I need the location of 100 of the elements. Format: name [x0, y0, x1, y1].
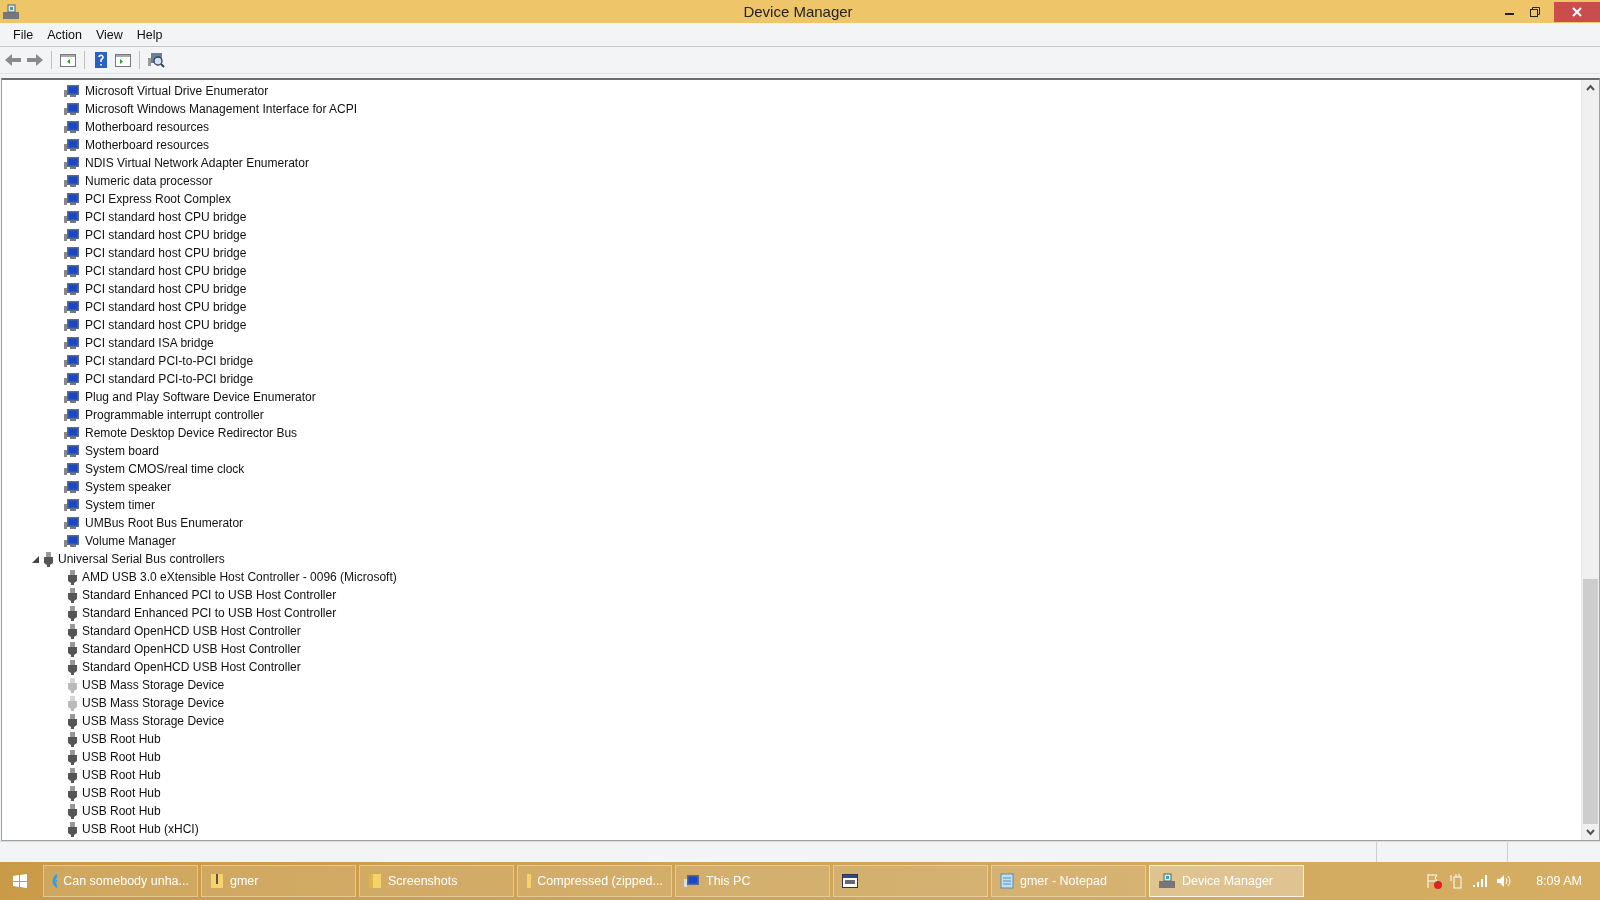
tree-item-label[interactable]: USB Root Hub (xHCI) — [82, 822, 199, 836]
computer-icon — [64, 318, 80, 332]
device-manager-icon — [2, 3, 20, 20]
tree-item-label[interactable]: System timer — [85, 498, 155, 512]
tree-item-label[interactable]: USB Mass Storage Device — [82, 714, 225, 728]
tree-item-label[interactable]: PCI standard host CPU bridge — [85, 300, 247, 314]
computer-icon — [64, 480, 80, 494]
console-tree-icon[interactable] — [59, 51, 77, 69]
computer-icon — [64, 120, 80, 134]
tree-item-label[interactable]: Standard Enhanced PCI to USB Host Controller — [82, 588, 337, 602]
zip-folder-icon — [210, 873, 224, 889]
tree-item-label[interactable]: Plug and Play Software Device Enumerator — [85, 390, 316, 404]
tree-item-label[interactable]: Microsoft Virtual Drive Enumerator — [85, 84, 269, 98]
usb-plug-icon — [68, 587, 77, 603]
computer-icon — [64, 498, 80, 512]
computer-icon — [64, 516, 80, 530]
menu-item[interactable]: Help — [129, 27, 170, 42]
tree-item-label[interactable]: NDIS Virtual Network Adapter Enumerator — [85, 156, 309, 170]
tree-item-label[interactable]: Microsoft Windows Management Interface for ACPI — [85, 102, 358, 116]
expand-triangle-icon[interactable] — [32, 555, 39, 563]
app-window-icon — [842, 874, 858, 888]
close-button[interactable] — [1554, 1, 1600, 22]
tree-item-label[interactable]: Remote Desktop Device Redirector Bus — [85, 426, 298, 440]
tree-item-label[interactable]: PCI standard ISA bridge — [85, 336, 214, 350]
tree-item-label[interactable]: Standard Enhanced PCI to USB Host Controller — [82, 606, 337, 620]
tree-item-label[interactable]: USB Root Hub — [82, 786, 161, 800]
usb-plug-icon — [68, 803, 77, 819]
action-pane-icon[interactable] — [114, 51, 132, 69]
tree-item-label[interactable]: Motherboard resources — [85, 120, 210, 134]
computer-icon — [64, 174, 80, 188]
tree-item-label[interactable]: USB Root Hub — [82, 750, 161, 764]
tree-item-label[interactable]: PCI standard host CPU bridge — [85, 264, 247, 278]
scan-hardware-icon[interactable] — [147, 51, 165, 69]
tree-item-label[interactable]: System CMOS/real time clock — [85, 462, 245, 476]
windows-logo-icon — [13, 874, 27, 888]
computer-icon — [64, 300, 80, 314]
taskbar-button[interactable] — [833, 865, 988, 897]
usb-plug-icon — [68, 713, 77, 729]
help-icon[interactable] — [92, 51, 110, 69]
computer-icon — [64, 534, 80, 548]
tree-item-label[interactable]: PCI Express Root Complex — [85, 192, 232, 206]
tree-item-label[interactable]: AMD USB 3.0 eXtensible Host Controller - 0096 (Microsoft) — [82, 570, 397, 584]
computer-icon — [64, 156, 80, 170]
tree-item-label[interactable]: UMBus Root Bus Enumerator — [85, 516, 244, 530]
computer-icon — [64, 282, 80, 296]
usb-plug-icon — [68, 623, 77, 639]
forward-arrow-icon[interactable] — [26, 51, 44, 69]
tree-item-label[interactable]: System speaker — [85, 480, 172, 494]
computer-icon — [64, 462, 80, 476]
close-icon — [1572, 6, 1582, 17]
computer-icon — [64, 444, 80, 458]
tree-item-label[interactable]: Numeric data processor — [85, 174, 213, 188]
tree-item-label[interactable]: PCI standard PCI-to-PCI bridge — [85, 372, 254, 386]
tree-item-label[interactable]: USB Root Hub — [82, 768, 161, 782]
usb-plug-icon — [68, 569, 77, 585]
tree-category-label[interactable]: Universal Serial Bus controllers — [58, 552, 225, 566]
menu-item[interactable]: File — [6, 27, 41, 42]
tree-item-label[interactable]: PCI standard host CPU bridge — [85, 318, 247, 332]
restore-icon — [1530, 6, 1540, 17]
usb-plug-icon — [68, 785, 77, 801]
computer-icon — [64, 138, 80, 152]
menu-item[interactable]: Action — [40, 27, 89, 42]
tree-item-label[interactable]: Programmable interrupt controller — [85, 408, 264, 422]
usb-plug-icon — [68, 605, 77, 621]
vertical-scrollbar[interactable] — [1581, 80, 1599, 840]
computer-icon — [64, 336, 80, 350]
tree-item-label[interactable]: PCI standard host CPU bridge — [85, 282, 247, 296]
tree-item-label[interactable]: USB Root Hub — [82, 732, 161, 746]
usb-plug-icon — [68, 659, 77, 675]
menu-item[interactable]: View — [88, 27, 130, 42]
tree-item-label[interactable]: USB Mass Storage Device — [82, 678, 225, 692]
computer-icon — [64, 210, 80, 224]
window-title: Device Manager — [742, 3, 854, 20]
usb-plug-icon — [68, 695, 77, 711]
tree-item-label[interactable]: Standard OpenHCD USB Host Controller — [82, 624, 301, 638]
computer-icon — [64, 372, 80, 386]
usb-plug-icon — [68, 677, 77, 693]
tree-item-label[interactable]: PCI standard host CPU bridge — [85, 246, 247, 260]
tree-item-label[interactable]: USB Mass Storage Device — [82, 696, 225, 710]
tree-item-label[interactable]: PCI standard PCI-to-PCI bridge — [85, 354, 254, 368]
tree-item-label[interactable]: PCI standard host CPU bridge — [85, 228, 247, 242]
tree-item-label[interactable]: Standard OpenHCD USB Host Controller — [82, 642, 301, 656]
folder-icon — [368, 873, 382, 889]
back-arrow-icon[interactable] — [4, 51, 22, 69]
tree-item-label[interactable]: USB Root Hub — [82, 804, 161, 818]
usb-plug-icon — [68, 821, 77, 837]
computer-icon — [64, 264, 80, 278]
tree-item-label[interactable]: System board — [85, 444, 160, 458]
tree-item-label[interactable]: PCI standard host CPU bridge — [85, 210, 247, 224]
speaker-icon[interactable] — [1496, 874, 1513, 888]
signal-bars-icon[interactable] — [1472, 874, 1489, 888]
flag-alert-icon[interactable] — [1426, 873, 1443, 889]
computer-icon — [64, 408, 80, 422]
computer-icon — [64, 192, 80, 206]
scrollbar-thumb[interactable] — [1583, 579, 1598, 824]
tree-item-label[interactable]: Motherboard resources — [85, 138, 210, 152]
tree-item-label[interactable]: Volume Manager — [85, 534, 176, 548]
computer-icon — [684, 874, 700, 888]
usb-plug-icon — [68, 641, 77, 657]
tree-item-label[interactable]: Standard OpenHCD USB Host Controller — [82, 660, 301, 674]
